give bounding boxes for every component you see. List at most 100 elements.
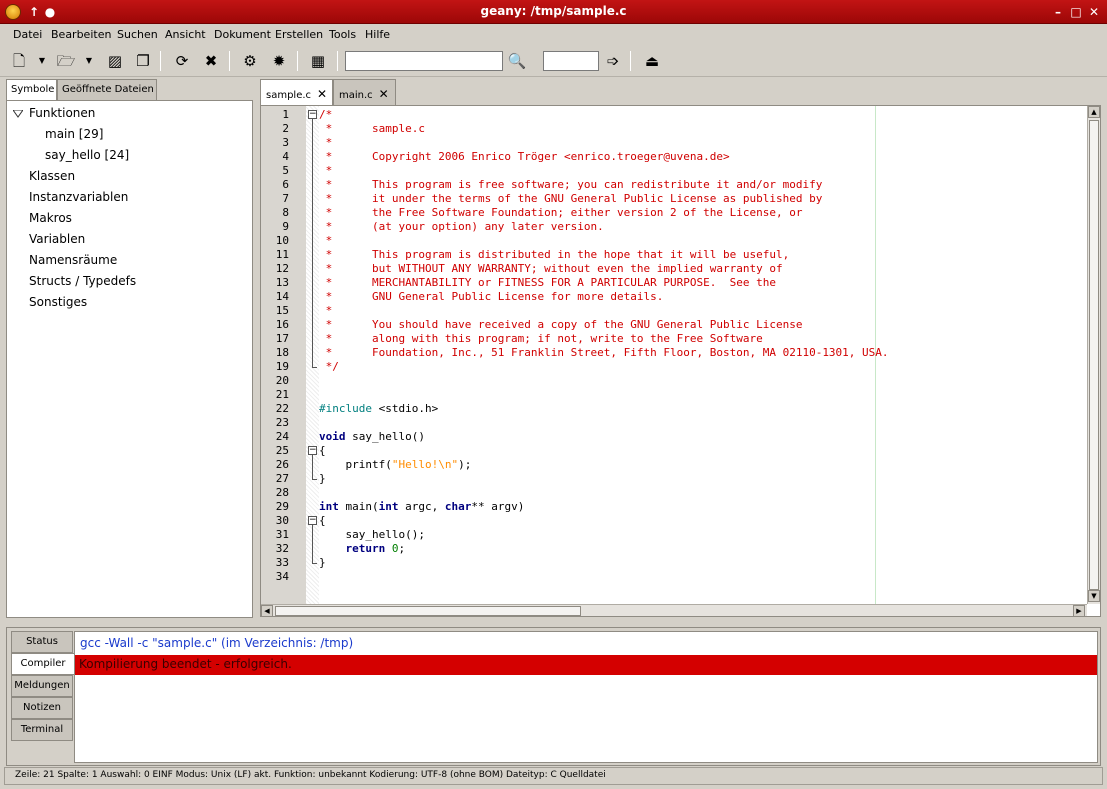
code-line[interactable]: * but WITHOUT ANY WARRANTY; without even…	[319, 262, 1087, 276]
code-line[interactable]: * You should have received a copy of the…	[319, 318, 1087, 332]
tab-compiler[interactable]: Compiler	[11, 653, 75, 675]
code-editor[interactable]: 1 2 3 4 5 6 7 8 9 10 11 12 13 14 15 16 17 18 19 20 21 22 23 24 2…	[260, 105, 1101, 617]
menu-ansicht[interactable]: Ansicht	[165, 28, 206, 41]
close-tab-icon[interactable]: ✕	[379, 87, 389, 101]
fold-toggle-icon[interactable]: −	[308, 516, 317, 525]
tab-terminal[interactable]: Terminal	[11, 719, 73, 741]
color-chooser-icon[interactable]: ▦	[307, 50, 329, 72]
code-line[interactable]: /*	[319, 108, 1087, 122]
code-line[interactable]	[319, 388, 1087, 402]
code-line[interactable]: *	[319, 234, 1087, 248]
compiler-output[interactable]: gcc -Wall -c "sample.c" (im Verzeichnis:…	[74, 631, 1098, 763]
close-window-icon[interactable]: ✕	[1086, 4, 1102, 20]
tab-symbole[interactable]: Symbole	[6, 79, 57, 102]
tree-symbol[interactable]: say_hello [24]	[45, 148, 129, 162]
code-line[interactable]: * (at your option) any later version.	[319, 220, 1087, 234]
code-line[interactable]: *	[319, 164, 1087, 178]
code-line[interactable]: * it under the terms of the GNU General …	[319, 192, 1087, 206]
menu-hilfe[interactable]: Hilfe	[365, 28, 390, 41]
tree-category[interactable]: Sonstiges	[29, 295, 87, 309]
fold-margin[interactable]: − − −	[306, 106, 319, 604]
code-line[interactable]	[319, 416, 1087, 430]
save-file-icon[interactable]: ▨	[104, 50, 126, 72]
tab-sample-c[interactable]: sample.c ✕	[260, 79, 333, 106]
vertical-scrollbar[interactable]: ▲ ▼	[1087, 106, 1100, 604]
scroll-left-icon[interactable]: ◀	[261, 605, 273, 616]
code-line[interactable]: * the Free Software Foundation; either v…	[319, 206, 1087, 220]
horizontal-scrollbar[interactable]: ◀ ▶	[261, 604, 1087, 616]
code-line[interactable]: {	[319, 514, 1087, 528]
code-line[interactable]: return 0;	[319, 542, 1087, 556]
new-file-icon[interactable]: 🗋	[8, 50, 30, 72]
code-line[interactable]: }	[319, 556, 1087, 570]
scroll-down-icon[interactable]: ▼	[1088, 590, 1100, 602]
tree-category[interactable]: Variablen	[29, 232, 85, 246]
open-file-dropdown-icon[interactable]: ▼	[84, 50, 94, 72]
save-all-icon[interactable]: ❐	[132, 50, 154, 72]
fold-toggle-icon[interactable]: −	[308, 110, 317, 119]
menu-datei[interactable]: Datei	[13, 28, 42, 41]
fold-toggle-icon[interactable]: −	[308, 446, 317, 455]
tree-symbol[interactable]: main [29]	[45, 127, 103, 141]
search-icon[interactable]: 🔍	[506, 50, 528, 72]
tree-category[interactable]: Structs / Typedefs	[29, 274, 136, 288]
code-line[interactable]: * Foundation, Inc., 51 Franklin Street, …	[319, 346, 1087, 360]
code-line[interactable]	[319, 374, 1087, 388]
close-tab-icon[interactable]: ✕	[317, 87, 327, 101]
horizontal-scroll-thumb[interactable]	[275, 606, 581, 616]
expander-down-icon[interactable]	[13, 110, 23, 118]
code-line[interactable]: * This program is free software; you can…	[319, 178, 1087, 192]
menu-tools[interactable]: Tools	[329, 28, 356, 41]
menu-erstellen[interactable]: Erstellen	[275, 28, 323, 41]
run-icon[interactable]: ✹	[268, 50, 290, 72]
tree-category[interactable]: Namensräume	[29, 253, 117, 267]
vertical-scroll-thumb[interactable]	[1089, 120, 1099, 590]
quit-icon[interactable]: ⏏	[641, 50, 663, 72]
code-line[interactable]: * MERCHANTABILITY or FITNESS FOR A PARTI…	[319, 276, 1087, 290]
reload-file-icon[interactable]: ⟳	[171, 50, 193, 72]
new-file-dropdown-icon[interactable]: ▼	[37, 50, 47, 72]
close-file-icon[interactable]: ✖	[200, 50, 222, 72]
goto-line-icon[interactable]: ➩	[602, 50, 624, 72]
code-line[interactable]: * along with this program; if not, write…	[319, 332, 1087, 346]
maximize-window-icon[interactable]: □	[1068, 4, 1084, 20]
code-line[interactable]: int main(int argc, char** argv)	[319, 500, 1087, 514]
tab-main-c[interactable]: main.c ✕	[333, 79, 396, 105]
code-line[interactable]: * Copyright 2006 Enrico Tröger <enrico.t…	[319, 150, 1087, 164]
code-line[interactable]: void say_hello()	[319, 430, 1087, 444]
code-line[interactable]: say_hello();	[319, 528, 1087, 542]
code-line[interactable]: }	[319, 472, 1087, 486]
scroll-right-icon[interactable]: ▶	[1073, 605, 1085, 616]
menu-suchen[interactable]: Suchen	[117, 28, 158, 41]
tree-category[interactable]: Makros	[29, 211, 72, 225]
code-line[interactable]: *	[319, 136, 1087, 150]
goto-line-input[interactable]	[543, 51, 599, 71]
menu-bearbeiten[interactable]: Bearbeiten	[51, 28, 111, 41]
minimize-window-icon[interactable]: –	[1050, 4, 1066, 20]
code-line[interactable]	[319, 570, 1087, 584]
tab-notizen[interactable]: Notizen	[11, 697, 73, 719]
tree-category[interactable]: Klassen	[29, 169, 75, 183]
code-line[interactable]	[319, 486, 1087, 500]
compile-icon[interactable]: ⚙	[239, 50, 261, 72]
code-line[interactable]: #include <stdio.h>	[319, 402, 1087, 416]
compiler-result-line[interactable]: Kompilierung beendet - erfolgreich.	[75, 655, 1097, 675]
menu-dokument[interactable]: Dokument	[214, 28, 271, 41]
code-area[interactable]: /* * sample.c * * Copyright 2006 Enrico …	[319, 106, 1087, 604]
search-input[interactable]	[345, 51, 503, 71]
tab-meldungen[interactable]: Meldungen	[11, 675, 73, 697]
tree-category[interactable]: Funktionen	[29, 106, 95, 120]
code-line[interactable]: printf("Hello!\n");	[319, 458, 1087, 472]
code-line[interactable]: * sample.c	[319, 122, 1087, 136]
tab-status[interactable]: Status	[11, 631, 73, 653]
code-line[interactable]: *	[319, 304, 1087, 318]
code-line[interactable]: {	[319, 444, 1087, 458]
tab-geoeffnete-dateien[interactable]: Geöffnete Dateien	[57, 79, 157, 101]
code-line[interactable]: */	[319, 360, 1087, 374]
code-line[interactable]: * GNU General Public License for more de…	[319, 290, 1087, 304]
scroll-up-icon[interactable]: ▲	[1088, 106, 1100, 118]
compiler-command-line[interactable]: gcc -Wall -c "sample.c" (im Verzeichnis:…	[80, 636, 353, 650]
open-file-icon[interactable]: 🗁	[55, 50, 77, 72]
tree-category[interactable]: Instanzvariablen	[29, 190, 128, 204]
code-line[interactable]: * This program is distributed in the hop…	[319, 248, 1087, 262]
